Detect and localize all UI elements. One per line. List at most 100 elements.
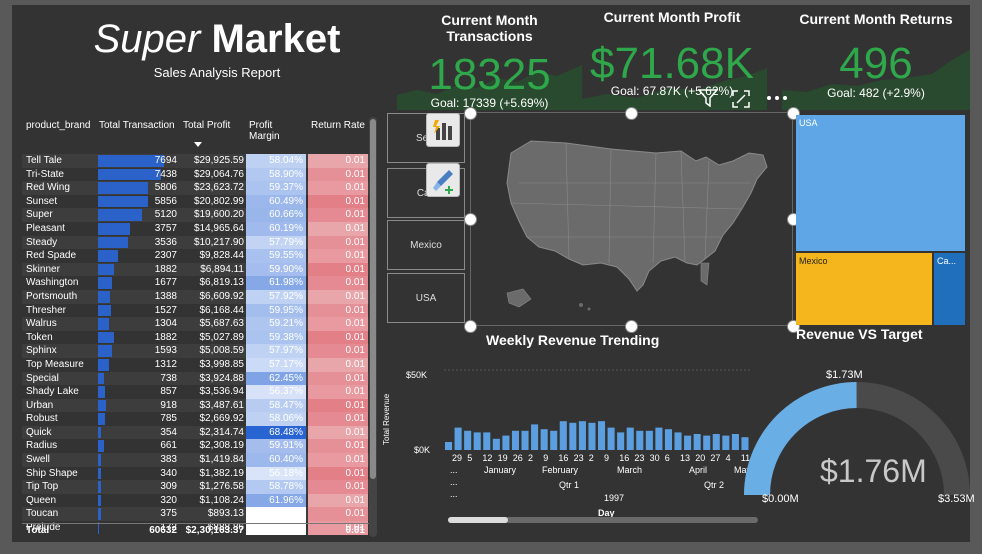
transaction-bar: [98, 358, 110, 371]
weekly-bar[interactable]: [473, 432, 481, 450]
weekly-bar[interactable]: [511, 430, 519, 450]
transaction-bar: [98, 440, 104, 453]
weekly-bar[interactable]: [531, 424, 539, 450]
treemap-tile-canada[interactable]: Ca...: [934, 253, 965, 325]
table-row[interactable]: Special 738 $3,924.88 62.45% 0.01: [22, 371, 370, 386]
transaction-cell: 857: [98, 385, 180, 399]
weekly-bar[interactable]: [569, 422, 577, 450]
weekly-bar[interactable]: [502, 435, 510, 450]
weekly-bar[interactable]: [578, 421, 586, 450]
table-header: product_brand Total Transaction Total Pr…: [22, 117, 370, 153]
table-row[interactable]: Radius 661 $2,308.19 59.91% 0.01: [22, 439, 370, 454]
weekly-bar[interactable]: [492, 438, 500, 450]
country-map[interactable]: [470, 112, 793, 326]
table-scrollbar[interactable]: [369, 117, 377, 537]
weekly-bar[interactable]: [712, 434, 720, 450]
chart-scrollbar[interactable]: [448, 517, 758, 523]
slicer-usa[interactable]: USA: [387, 273, 465, 323]
profit-cell: $5,008.59: [199, 345, 245, 357]
table-row[interactable]: Tri-State 7438 $29,064.76 58.90% 0.01: [22, 167, 370, 182]
table-row[interactable]: Washington 1677 $6,819.13 61.98% 0.01: [22, 276, 370, 290]
weekly-bar[interactable]: [693, 434, 701, 450]
slicer-mexico[interactable]: Mexico: [387, 220, 465, 270]
weekly-bar[interactable]: [684, 435, 692, 450]
table-row[interactable]: Red Spade 2307 $9,828.44 59.55% 0.01: [22, 249, 370, 263]
sort-desc-icon[interactable]: [194, 142, 202, 147]
column-header[interactable]: Total Transaction: [99, 120, 175, 131]
weekly-bar[interactable]: [674, 432, 682, 450]
weekly-bar[interactable]: [731, 434, 739, 450]
treemap-tile-usa[interactable]: USA: [796, 115, 965, 251]
weekly-bar[interactable]: [617, 432, 625, 450]
table-row[interactable]: Token 1882 $5,027.89 59.38% 0.01: [22, 330, 370, 345]
table-row[interactable]: Super 5120 $19,600.20 60.66% 0.01: [22, 208, 370, 222]
weekly-bar[interactable]: [598, 421, 606, 450]
weekly-bar[interactable]: [626, 427, 634, 450]
weekly-bar[interactable]: [636, 430, 644, 450]
table-row[interactable]: Skinner 1882 $6,894.11 59.90% 0.01: [22, 262, 370, 277]
table-row[interactable]: Tell Tale 7694 $29,925.59 58.04% 0.01: [22, 154, 370, 168]
weekly-bar[interactable]: [550, 430, 558, 450]
weekly-bar[interactable]: [540, 429, 548, 450]
table-row[interactable]: Thresher 1527 $6,168.44 59.95% 0.01: [22, 303, 370, 318]
table-row[interactable]: Steady 3536 $10,217.90 57.79% 0.01: [22, 235, 370, 250]
table-row[interactable]: Tip Top 309 $1,276.58 58.78% 0.01: [22, 480, 370, 494]
resize-handle[interactable]: [464, 213, 477, 226]
column-header[interactable]: Total Profit: [183, 120, 230, 131]
kpi-returns-card[interactable]: Current Month Returns 496 Goal: 482 (+2.…: [782, 5, 970, 110]
margin-cell: 61.98%: [246, 276, 306, 290]
tile-label: Ca...: [937, 256, 957, 266]
revenue-gauge[interactable]: $1.73M $1.76M $0.00M $3.53M: [744, 355, 975, 515]
scrollbar-thumb[interactable]: [370, 119, 376, 479]
treemap-tile-mexico[interactable]: Mexico: [796, 253, 932, 325]
focus-mode-icon[interactable]: [732, 90, 750, 108]
column-header[interactable]: Return Rate: [311, 120, 365, 131]
weekly-bar[interactable]: [645, 430, 653, 450]
format-visual-button[interactable]: [426, 163, 460, 197]
table-row[interactable]: Shady Lake 857 $3,536.94 56.37% 0.01: [22, 385, 370, 399]
weekly-bar[interactable]: [655, 427, 663, 450]
column-header[interactable]: Profit Margin: [249, 120, 299, 142]
resize-handle[interactable]: [464, 107, 477, 120]
table-row[interactable]: Robust 785 $2,669.92 58.06% 0.01: [22, 412, 370, 426]
weekly-bar[interactable]: [483, 432, 491, 450]
weekly-bar[interactable]: [445, 442, 453, 450]
resize-handle[interactable]: [464, 320, 477, 333]
weekly-bar[interactable]: [607, 427, 615, 450]
paintbrush-icon: [433, 170, 453, 194]
table-row[interactable]: Top Measure 1312 $3,998.85 57.17% 0.01: [22, 357, 370, 372]
chart-scrollbar-thumb[interactable]: [448, 517, 508, 523]
brand-table[interactable]: product_brand Total Transaction Total Pr…: [22, 117, 370, 537]
weekly-bar[interactable]: [521, 430, 529, 450]
table-row[interactable]: Ship Shape 340 $1,382.19 56.18% 0.01: [22, 466, 370, 481]
visual-type-button[interactable]: [426, 113, 460, 147]
table-row[interactable]: Red Wing 5806 $23,623.72 59.37% 0.01: [22, 181, 370, 195]
weekly-bar[interactable]: [703, 435, 711, 450]
quarter-label: Qtr 1: [559, 480, 580, 490]
table-row[interactable]: Toucan 375 $893.13 0.01: [22, 507, 370, 522]
weekly-bar[interactable]: [559, 421, 567, 450]
table-row[interactable]: Pleasant 3757 $14,965.64 60.19% 0.01: [22, 221, 370, 236]
weekly-bar[interactable]: [464, 430, 472, 450]
more-options-icon[interactable]: [766, 95, 788, 101]
table-row[interactable]: Quick 354 $2,314.74 68.48% 0.01: [22, 425, 370, 440]
column-header[interactable]: product_brand: [26, 120, 91, 131]
weekly-revenue-chart[interactable]: Total Revenue $50K $0K 29 5 12 19 26 2 9 16 23 2 9…: [382, 365, 758, 530]
weekly-bar[interactable]: [454, 427, 462, 450]
filter-icon[interactable]: [698, 89, 718, 107]
transaction-value: 1882: [154, 331, 177, 343]
table-row[interactable]: Sunset 5856 $20,802.99 60.49% 0.01: [22, 194, 370, 209]
weekly-bar[interactable]: [664, 429, 672, 450]
kpi-transactions-card[interactable]: Current Month Transactions 18325 Goal: 1…: [397, 5, 582, 110]
table-row[interactable]: Sphinx 1593 $5,008.59 57.97% 0.01: [22, 344, 370, 358]
table-row[interactable]: Walrus 1304 $5,687.63 59.21% 0.01: [22, 317, 370, 331]
transaction-cell: 7694: [98, 154, 180, 168]
table-row[interactable]: Urban 918 $3,487.61 58.47% 0.01: [22, 398, 370, 413]
resize-handle[interactable]: [625, 107, 638, 120]
table-row[interactable]: Queen 320 $1,108.24 61.96% 0.01: [22, 493, 370, 508]
country-treemap[interactable]: USA Mexico Ca...: [796, 115, 966, 325]
table-row[interactable]: Portsmouth 1388 $6,609.92 57.92% 0.01: [22, 289, 370, 304]
weekly-bar[interactable]: [588, 422, 596, 450]
table-row[interactable]: Swell 383 $1,419.84 60.40% 0.01: [22, 453, 370, 467]
weekly-bar[interactable]: [722, 435, 730, 450]
